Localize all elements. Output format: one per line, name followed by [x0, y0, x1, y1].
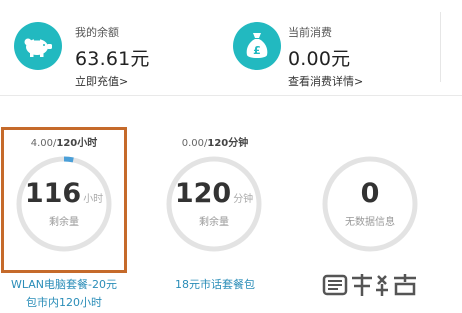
package-3-remaining-label: 无数据信息 [345, 217, 395, 228]
package-3-remaining-value: 0 [360, 178, 380, 209]
consumption-detail-link[interactable]: 查看消费详情> [288, 73, 363, 89]
package-2-remaining-unit: 分钟 [233, 194, 254, 205]
recharge-link[interactable]: 立即充值> [75, 73, 150, 89]
package-2-remaining-value: 120 [174, 178, 232, 209]
package-1-name-line2: 包市内120小时 [26, 296, 102, 309]
balance-section: 我的余额 63.61元 立即充值> [75, 24, 150, 89]
package-1-usage: 4.00/120小时 [0, 134, 128, 149]
package-2-remaining-label: 剩余量 [199, 217, 229, 228]
package-3-center: 0 无数据信息 [320, 154, 420, 254]
package-2-usage: 0.00/120分钟 [151, 134, 279, 149]
package-2-used: 0.00/ [181, 138, 208, 149]
consumption-label: 当前消费 [288, 26, 332, 39]
money-bag-icon: £ [233, 22, 281, 70]
balance-label: 我的余额 [75, 26, 119, 39]
watermark-logo [322, 272, 422, 302]
package-1-remaining-unit: 小时 [83, 194, 104, 205]
package-1-remaining-label: 剩余量 [49, 217, 79, 228]
consumption-amount: 0.00元 [288, 48, 351, 70]
svg-text:£: £ [253, 44, 261, 57]
package-2-total: 120分钟 [207, 138, 249, 149]
right-divider [440, 12, 441, 82]
package-1-remaining-value: 116 [24, 178, 82, 209]
package-2-name[interactable]: 18元市话套餐包 [151, 276, 279, 294]
package-2-center: 120 分钟 剩余量 [164, 154, 264, 254]
package-1-center: 116 小时 剩余量 [14, 154, 114, 254]
package-1-used: 4.00/ [30, 138, 57, 149]
package-1-name[interactable]: WLAN电脑套餐-20元 包市内120小时 [0, 276, 128, 312]
package-3-ring[interactable]: 0 无数据信息 [320, 154, 420, 254]
section-divider [0, 95, 462, 96]
balance-amount: 63.61元 [75, 48, 150, 70]
package-1-total: 120小时 [56, 138, 98, 149]
package-1-ring[interactable]: 116 小时 剩余量 [14, 154, 114, 254]
package-1-name-line1: WLAN电脑套餐-20元 [11, 278, 117, 291]
consumption-section: 当前消费 0.00元 查看消费详情> [288, 24, 363, 89]
piggy-bank-icon [14, 22, 62, 70]
package-2-ring[interactable]: 120 分钟 剩余量 [164, 154, 264, 254]
package-2-name-line1: 18元市话套餐包 [175, 278, 255, 291]
